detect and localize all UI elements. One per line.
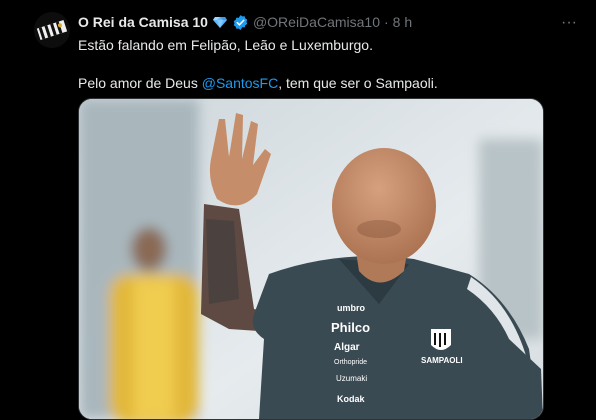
tweet-text-part: Pelo amor de Deus (78, 75, 202, 91)
tweet-text-line-2: Pelo amor de Deus @SantosFC, tem que ser… (78, 74, 558, 93)
kit-brand-text: umbro (337, 303, 366, 313)
handle[interactable]: @OReiDaCamisa10 (253, 14, 380, 30)
tweet-header: O Rei da Camisa 10 @OReiDaCamisa10 · 8 h (78, 12, 412, 32)
verified-badge-icon[interactable] (232, 14, 249, 31)
sponsor-algar-text: Algar (334, 342, 360, 353)
sponsor-kodak-text: Kodak (337, 394, 366, 404)
mention-link[interactable]: @SantosFC (202, 75, 278, 91)
tweet-text-part: , tem que ser o Sampaoli. (278, 75, 438, 91)
tweet[interactable]: O Rei da Camisa 10 @OReiDaCamisa10 · 8 h… (0, 0, 596, 420)
timestamp[interactable]: 8 h (393, 14, 412, 30)
tweet-text-line-1: Estão falando em Felipão, Leão e Luxembu… (78, 37, 373, 53)
santos-shirt-avatar-icon (34, 12, 70, 48)
more-options-icon[interactable]: ··· (557, 13, 581, 33)
separator-dot: · (384, 14, 389, 30)
shirt-name-text: SAMPAOLI (421, 356, 463, 365)
tweet-text: Estão falando em Felipão, Leão e Luxembu… (78, 36, 558, 93)
display-name[interactable]: O Rei da Camisa 10 (78, 14, 208, 30)
sponsor-philco-text: Philco (331, 320, 370, 335)
sponsor-orthopride-text: Orthopride (334, 359, 367, 366)
coach-waving-photo: umbro Philco Algar Orthopride Uzumaki Ko… (79, 99, 543, 419)
sponsor-uzumaki-text: Uzumaki (336, 374, 367, 383)
avatar[interactable] (34, 12, 70, 48)
tweet-photo[interactable]: umbro Philco Algar Orthopride Uzumaki Ko… (78, 98, 544, 420)
diamond-gem-icon (212, 14, 228, 30)
more-options-label: ··· (561, 14, 577, 31)
